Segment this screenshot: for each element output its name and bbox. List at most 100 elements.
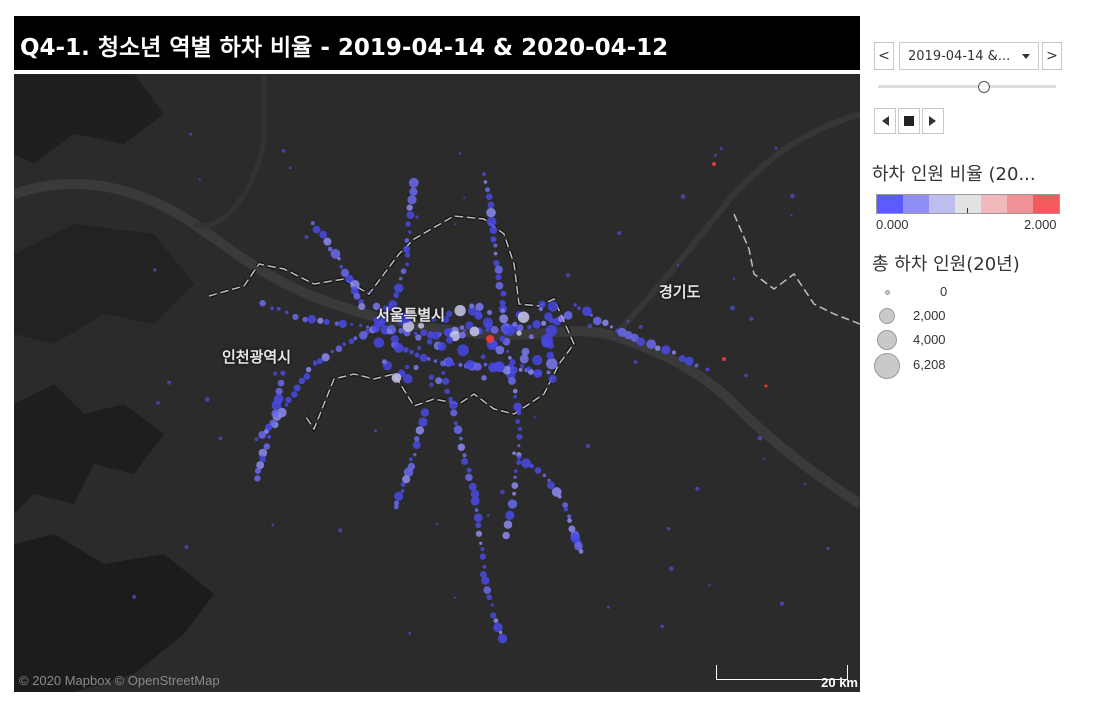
station-marker[interactable]: [479, 553, 487, 560]
station-marker[interactable]: [486, 513, 490, 517]
station-marker[interactable]: [585, 443, 591, 449]
station-marker[interactable]: [335, 345, 343, 353]
station-marker[interactable]: [490, 236, 497, 243]
station-marker[interactable]: [403, 346, 409, 353]
station-marker[interactable]: [405, 262, 409, 267]
station-marker[interactable]: [502, 531, 510, 540]
station-marker[interactable]: [258, 431, 267, 439]
station-marker[interactable]: [459, 436, 463, 441]
station-marker[interactable]: [708, 584, 711, 587]
station-marker[interactable]: [409, 349, 414, 355]
station-marker[interactable]: [513, 475, 517, 480]
station-marker[interactable]: [414, 436, 420, 442]
station-marker[interactable]: [453, 425, 463, 435]
station-marker[interactable]: [337, 256, 341, 261]
station-marker[interactable]: [486, 216, 497, 227]
station-marker[interactable]: [435, 377, 443, 385]
station-marker[interactable]: [546, 481, 555, 490]
station-marker[interactable]: [381, 359, 387, 365]
station-marker[interactable]: [405, 221, 411, 227]
station-marker[interactable]: [400, 268, 407, 275]
station-marker[interactable]: [528, 334, 534, 340]
station-marker[interactable]: [646, 339, 656, 349]
station-marker[interactable]: [406, 211, 415, 219]
station-marker[interactable]: [762, 457, 765, 460]
station-marker[interactable]: [774, 146, 778, 150]
station-marker[interactable]: [617, 231, 622, 236]
station-marker[interactable]: [426, 357, 431, 361]
play-button[interactable]: [922, 108, 944, 134]
station-marker[interactable]: [626, 319, 630, 323]
station-marker[interactable]: [516, 330, 522, 336]
station-marker[interactable]: [636, 337, 646, 346]
station-marker[interactable]: [302, 316, 308, 323]
station-marker[interactable]: [153, 268, 157, 272]
station-marker[interactable]: [565, 273, 571, 278]
station-marker[interactable]: [826, 546, 830, 551]
station-marker[interactable]: [544, 312, 553, 321]
station-marker[interactable]: [457, 443, 466, 452]
station-marker[interactable]: [338, 528, 343, 533]
station-marker[interactable]: [513, 402, 523, 412]
station-marker[interactable]: [271, 523, 275, 527]
station-marker[interactable]: [475, 530, 483, 537]
station-marker[interactable]: [469, 303, 475, 309]
station-marker[interactable]: [373, 429, 378, 433]
station-marker[interactable]: [500, 308, 506, 313]
station-marker[interactable]: [466, 467, 472, 473]
station-marker[interactable]: [513, 469, 518, 473]
station-marker[interactable]: [532, 354, 543, 366]
map-view[interactable]: 서울특별시 인천광역시 경기도 © 2020 Mapbox © OpenStre…: [14, 74, 860, 692]
station-marker[interactable]: [517, 426, 522, 431]
station-marker[interactable]: [317, 317, 324, 324]
station-marker[interactable]: [482, 317, 493, 328]
station-marker[interactable]: [386, 329, 393, 335]
station-marker[interactable]: [403, 373, 413, 384]
station-marker[interactable]: [462, 328, 467, 333]
station-marker[interactable]: [338, 319, 347, 329]
station-marker[interactable]: [516, 433, 523, 440]
station-marker[interactable]: [449, 400, 458, 410]
station-marker[interactable]: [669, 566, 674, 571]
map-attribution[interactable]: © 2020 Mapbox © OpenStreetMap: [19, 673, 220, 688]
map-canvas[interactable]: [14, 74, 860, 692]
station-marker[interactable]: [415, 334, 422, 341]
station-marker[interactable]: [450, 409, 458, 417]
station-marker[interactable]: [661, 345, 671, 355]
station-marker[interactable]: [533, 416, 536, 419]
station-marker[interactable]: [404, 252, 411, 258]
station-marker[interactable]: [390, 335, 399, 344]
station-marker[interactable]: [493, 260, 500, 267]
station-marker[interactable]: [404, 364, 410, 370]
station-marker[interactable]: [310, 221, 315, 226]
station-marker[interactable]: [435, 522, 439, 526]
station-marker[interactable]: [714, 153, 718, 157]
station-marker[interactable]: [429, 382, 434, 388]
station-marker[interactable]: [319, 230, 327, 239]
station-marker[interactable]: [500, 290, 507, 297]
station-marker[interactable]: [368, 290, 371, 293]
station-marker[interactable]: [803, 482, 807, 486]
station-marker[interactable]: [408, 177, 419, 188]
station-marker[interactable]: [288, 166, 292, 170]
station-marker[interactable]: [393, 292, 399, 299]
station-marker[interactable]: [473, 362, 482, 371]
station-marker[interactable]: [437, 342, 447, 351]
station-marker[interactable]: [415, 426, 425, 435]
station-marker[interactable]: [431, 331, 441, 340]
station-marker[interactable]: [458, 331, 466, 339]
station-marker[interactable]: [353, 336, 358, 341]
station-marker[interactable]: [495, 274, 502, 281]
station-marker[interactable]: [204, 397, 210, 402]
station-marker[interactable]: [307, 315, 317, 324]
station-marker[interactable]: [426, 338, 433, 345]
station-marker[interactable]: [512, 491, 517, 496]
station-marker[interactable]: [546, 351, 555, 360]
station-marker[interactable]: [473, 513, 483, 523]
station-marker[interactable]: [671, 350, 677, 355]
station-marker[interactable]: [489, 226, 498, 235]
date-slider-track[interactable]: [878, 85, 1056, 88]
station-marker[interactable]: [500, 489, 505, 495]
station-marker[interactable]: [480, 547, 485, 551]
prev-date-button[interactable]: <: [874, 42, 894, 70]
